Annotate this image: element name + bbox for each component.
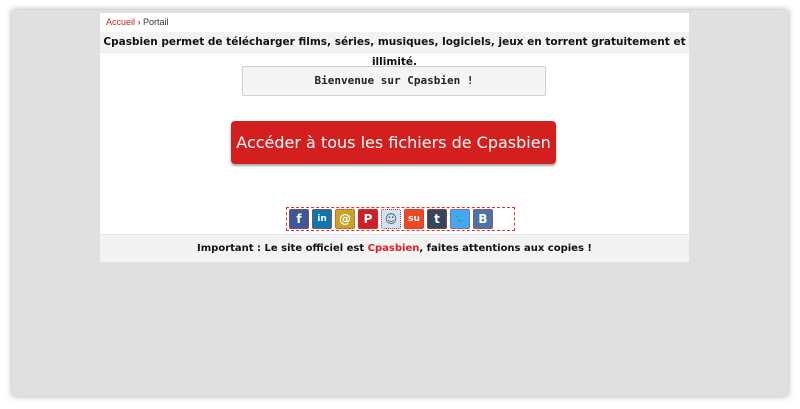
notice-suffix: , faites attentions aux copies ! xyxy=(419,243,592,254)
stumbleupon-share-button[interactable]: su xyxy=(404,209,424,229)
tumblr-icon: t xyxy=(434,212,440,226)
reddit-share-button[interactable]: ☺ xyxy=(381,209,401,229)
twitter-share-button[interactable]: 🐦 xyxy=(450,209,470,229)
browser-viewport: Accueil › Portail Cpasbien permet de tél… xyxy=(12,10,788,396)
reddit-icon: ☺ xyxy=(384,212,398,226)
welcome-box: Bienvenue sur Cpasbien ! xyxy=(242,66,546,96)
facebook-icon: f xyxy=(296,212,302,226)
tumblr-share-button[interactable]: t xyxy=(427,209,447,229)
breadcrumb: Accueil › Portail xyxy=(106,17,169,27)
breadcrumb-current: Portail xyxy=(143,17,169,27)
vk-icon: B xyxy=(478,212,488,226)
email-icon: @ xyxy=(339,212,351,226)
pinterest-icon: P xyxy=(363,212,373,226)
breadcrumb-home-link[interactable]: Accueil xyxy=(106,17,135,27)
notice-prefix: Important : Le site officiel est xyxy=(197,243,368,254)
linkedin-share-button[interactable]: in xyxy=(312,209,332,229)
access-all-files-button[interactable]: Accéder à tous les fichiers de Cpasbien xyxy=(231,121,556,164)
official-site-notice: Important : Le site officiel est Cpasbie… xyxy=(100,234,689,262)
portal-page: Accueil › Portail Cpasbien permet de tél… xyxy=(100,13,689,262)
social-share-bar: f in @ P ☺ su t 🐦 B xyxy=(286,207,515,231)
stumbleupon-icon: su xyxy=(408,214,420,224)
breadcrumb-separator: › xyxy=(137,17,141,27)
email-share-button[interactable]: @ xyxy=(335,209,355,229)
site-tagline: Cpasbien permet de télécharger films, sé… xyxy=(100,32,689,68)
linkedin-icon: in xyxy=(317,214,327,224)
notice-brand-link[interactable]: Cpasbien xyxy=(368,243,420,254)
facebook-share-button[interactable]: f xyxy=(289,209,309,229)
vk-share-button[interactable]: B xyxy=(473,209,493,229)
twitter-icon: 🐦 xyxy=(453,213,467,225)
pinterest-share-button[interactable]: P xyxy=(358,209,378,229)
